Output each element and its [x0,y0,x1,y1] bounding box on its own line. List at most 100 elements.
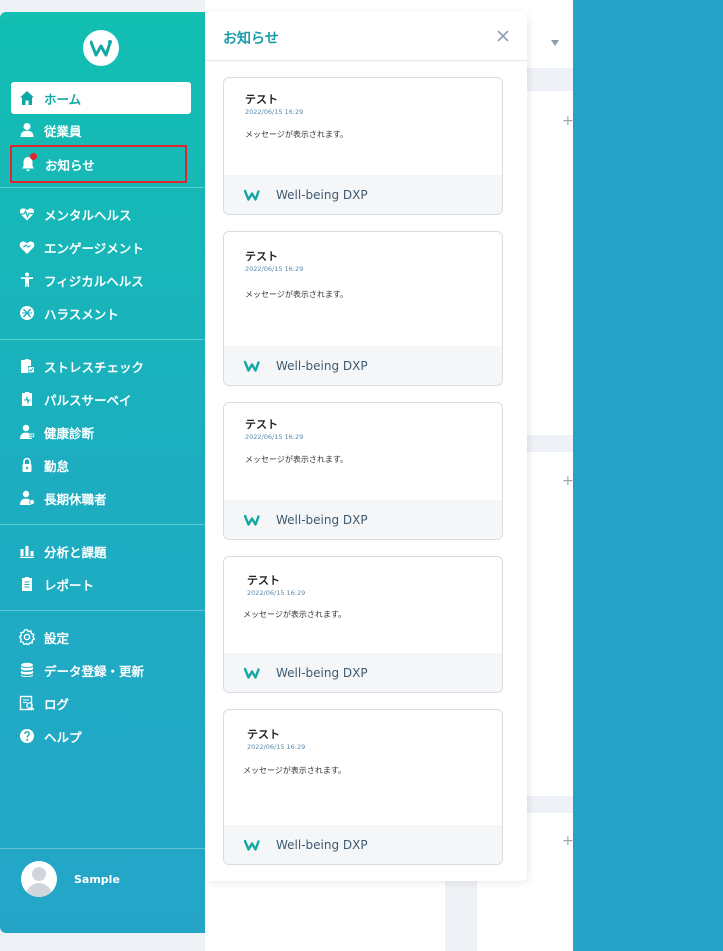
notification-card[interactable]: テスト 2022/06/15 16:29 メッセージが表示されます。 Well-… [223,402,503,540]
notification-dot [30,153,37,160]
sidebar-item-health-checkup[interactable]: 健康診断 [11,416,191,448]
sidebar-item-home[interactable]: ホーム [11,82,191,114]
sidebar-item-engagement[interactable]: エンゲージメント [11,231,191,263]
user-profile[interactable]: Sample [21,861,120,897]
card-source: Well-being DXP [276,837,368,852]
sidebar: ホーム 従業員 お知らせ メンタルヘルス エンゲージメント フィジカルヘルス ハ… [0,12,205,933]
card-footer: Well-being DXP [224,653,502,692]
card-source: Well-being DXP [276,665,368,680]
sidebar-divider [0,524,205,525]
sidebar-item-notifications[interactable]: お知らせ [10,145,187,183]
card-title: テスト [245,418,278,431]
sidebar-divider [0,610,205,611]
sidebar-item-label: 分析と課題 [44,544,107,560]
sidebar-item-log[interactable]: ログ [11,687,191,719]
plus-icon[interactable]: + [562,113,574,129]
sidebar-item-label: メンタルヘルス [44,207,132,223]
log-icon [19,695,35,711]
card-title: テスト [245,93,278,106]
sidebar-item-report[interactable]: レポート [11,568,191,600]
card-date: 2022/06/15 16:29 [247,743,306,751]
card-footer: Well-being DXP [224,346,502,385]
report-icon [19,576,35,592]
background-card [477,881,573,951]
sidebar-item-label: 設定 [44,630,70,646]
notification-card[interactable]: テスト 2022/06/15 16:29 メッセージが表示されます。 Well-… [223,709,503,865]
card-message: メッセージが表示されます。 [245,290,349,299]
card-date: 2022/06/15 16:29 [245,265,304,273]
harassment-icon [19,305,35,321]
user-name: Sample [74,872,120,886]
wellbeing-logo-icon[interactable] [83,30,119,66]
avatar[interactable] [21,861,57,897]
home-icon [19,90,35,106]
bar-chart-icon [19,543,35,559]
card-title: テスト [247,728,280,741]
card-source: Well-being DXP [276,358,368,373]
card-title: テスト [247,574,280,587]
sidebar-item-stress-check[interactable]: ストレスチェック [11,350,191,382]
sidebar-item-help[interactable]: ヘルプ [11,720,191,752]
heart-pulse-icon [19,206,35,222]
plus-icon[interactable]: + [562,833,574,849]
notification-card[interactable]: テスト 2022/06/15 16:29 メッセージが表示されます。 Well-… [223,556,503,693]
sidebar-item-attendance[interactable]: 勤怠 [11,449,191,481]
sidebar-item-long-term-leave[interactable]: 長期休職者 [11,482,191,514]
panel-header: お知らせ [205,12,527,61]
wellbeing-logo-icon [244,360,260,372]
card-footer: Well-being DXP [224,500,502,539]
lock-icon [19,457,35,473]
wellbeing-logo-icon [244,514,260,526]
medical-person-icon [19,424,35,440]
sidebar-item-pulse-survey[interactable]: パルスサーベイ [11,383,191,415]
notification-panel: お知らせ テスト 2022/06/15 16:29 メッセージが表示されます。 … [205,12,527,881]
card-message: メッセージが表示されます。 [245,455,349,464]
plus-icon[interactable]: + [562,473,574,489]
sidebar-item-label: ログ [44,696,70,712]
survey-icon [19,391,35,407]
notification-card[interactable]: テスト 2022/06/15 16:29 メッセージが表示されます。 Well-… [223,231,503,386]
dropdown-caret-icon[interactable] [551,40,559,46]
person-leave-icon [19,490,35,506]
background-gap [445,881,477,951]
clipboard-check-icon [19,358,35,374]
panel-title: お知らせ [223,31,279,47]
card-footer: Well-being DXP [224,825,502,864]
sidebar-item-mental-health[interactable]: メンタルヘルス [11,198,191,230]
card-date: 2022/06/15 16:29 [245,433,304,441]
sidebar-item-label: エンゲージメント [44,240,144,256]
person-icon [19,122,35,138]
sidebar-item-label: お知らせ [45,157,95,173]
wellbeing-logo-icon [244,667,260,679]
sidebar-item-label: ストレスチェック [44,359,145,375]
sidebar-item-label: フィジカルヘルス [44,273,144,289]
figure-icon [19,272,35,288]
sidebar-item-settings[interactable]: 設定 [11,621,191,653]
background-right-panel [573,0,723,951]
sidebar-item-label: 健康診断 [44,425,95,441]
heart-handshake-icon [19,239,35,255]
close-icon[interactable] [495,28,511,44]
sidebar-item-label: レポート [44,577,95,593]
card-message: メッセージが表示されます。 [243,766,347,775]
gear-icon [19,629,35,645]
sidebar-item-label: データ登録・更新 [44,663,145,679]
sidebar-item-physical-health[interactable]: フィジカルヘルス [11,264,191,296]
sidebar-item-harassment[interactable]: ハラスメント [11,297,191,329]
card-date: 2022/06/15 16:29 [247,589,306,597]
card-footer: Well-being DXP [224,175,502,214]
background-card [325,881,445,951]
sidebar-item-label: 勤怠 [44,458,70,474]
sidebar-item-data-registration[interactable]: データ登録・更新 [11,654,191,686]
sidebar-item-employees[interactable]: 従業員 [11,114,191,146]
notification-card[interactable]: テスト 2022/06/15 16:29 メッセージが表示されます。 Well-… [223,77,503,215]
card-source: Well-being DXP [276,512,368,527]
sidebar-item-label: ヘルプ [44,729,82,745]
sidebar-item-label: 長期休職者 [44,491,107,507]
card-date: 2022/06/15 16:29 [245,108,304,116]
sidebar-divider [0,848,205,849]
card-message: メッセージが表示されます。 [243,610,347,619]
wellbeing-logo-icon [244,189,260,201]
sidebar-item-label: 従業員 [44,123,82,139]
sidebar-item-analysis[interactable]: 分析と課題 [11,535,191,567]
